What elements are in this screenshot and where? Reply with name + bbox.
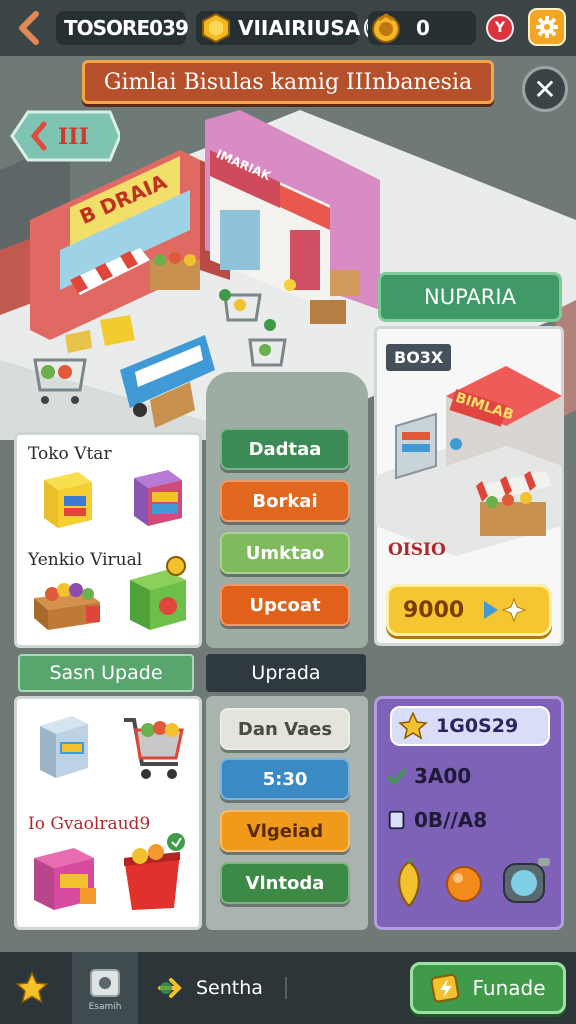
fund-button-label: Funade (472, 976, 546, 1000)
sentha-link[interactable]: Sentha (156, 966, 287, 1010)
sparkle-icon (484, 597, 527, 623)
toko-label: Toko Vtar (28, 444, 112, 464)
back-button[interactable] (10, 8, 50, 48)
shop-building-illustration: BIMLAB (376, 366, 562, 556)
gadget-icon (503, 858, 550, 903)
action-button-2-label: Borkai (252, 490, 318, 512)
action-button-4[interactable]: Upcoat (220, 584, 350, 626)
section-header-upgrade-label: Uprada (251, 662, 321, 684)
notification-badge-text: Y (494, 20, 506, 36)
chevron-left-icon (19, 11, 39, 45)
store-code: TOSORE039 (64, 16, 189, 40)
section-header-upgrade[interactable]: Uprada (206, 654, 366, 692)
tab-shop[interactable]: Esamih (72, 952, 138, 1024)
tab-favorites[interactable] (0, 952, 64, 1024)
gear-icon (536, 16, 558, 38)
star-icon (15, 971, 49, 1004)
shop-label: OISIO (388, 540, 446, 560)
gift-box-icon (34, 848, 96, 910)
coins-value: 0 (416, 16, 430, 40)
stats-line-1: 3A00 (386, 764, 471, 788)
title-banner: Gimlai Bisulas kamig IIInbanesia (82, 60, 494, 104)
stats-total: 1G0S29 (436, 715, 519, 737)
upgrade-button-2[interactable]: 5:30 (220, 758, 350, 800)
tab-shop-label: Esamih (88, 1002, 122, 1012)
level-tag[interactable]: III (10, 108, 120, 164)
notification-badge[interactable]: Y (486, 14, 514, 42)
vault-pill[interactable]: VIIAIRIUSA 0 (196, 11, 378, 45)
star-badge-icon (398, 711, 428, 740)
orange-icon (446, 866, 482, 902)
produce-crate-icon (34, 583, 100, 630)
green-box-icon (130, 556, 186, 630)
shopping-cart-icon (124, 718, 184, 779)
fund-button[interactable]: Funade (410, 962, 566, 1014)
upgrade-button-1-label: Dan Vaes (237, 718, 333, 740)
upgrade-button-3-label: Vlgeiad (246, 820, 324, 842)
level-tag-text: III (58, 124, 89, 150)
action-button-3[interactable]: Umktao (220, 532, 350, 574)
yellow-box-icon (44, 472, 92, 528)
hexagon-coin-icon (202, 12, 230, 44)
purple-box-icon (134, 470, 182, 526)
divider (284, 977, 287, 999)
stats-line-1-value: 3A00 (414, 764, 472, 788)
coin-bag-icon (372, 13, 400, 43)
shop-price: 9000 (403, 597, 465, 623)
section-header-upgrades-label: Sasn Upade (49, 662, 163, 684)
coins-pill[interactable]: 0 (368, 11, 476, 45)
document-icon (388, 810, 405, 830)
close-icon: ✕ (533, 72, 557, 106)
section-header-upgrades[interactable]: Sasn Upade (18, 654, 194, 692)
pepper-icon (398, 858, 420, 908)
action-button-2[interactable]: Borkai (220, 480, 350, 522)
produce-basket-icon (124, 833, 185, 910)
stats-line-2: 0B//A8 (386, 808, 487, 832)
close-button[interactable]: ✕ (522, 66, 568, 112)
store-code-pill: TOSORE039 (56, 11, 189, 45)
upgrade-button-2-label: 5:30 (262, 768, 308, 790)
lightning-card-icon (431, 973, 460, 1003)
arrow-right-icon (158, 978, 182, 998)
nuparia-button[interactable]: NUPARIA (378, 272, 562, 322)
vault-label: VIIAIRIUSA (238, 16, 361, 40)
package-icon (40, 716, 88, 778)
check-icon (387, 768, 407, 786)
action-button-3-label: Umktao (245, 542, 325, 564)
upgrade-button-1[interactable]: Dan Vaes (220, 708, 350, 750)
upgrade-button-3[interactable]: Vlgeiad (220, 810, 350, 852)
page-title: Gimlai Bisulas kamig IIInbanesia (103, 69, 473, 95)
stats-line-2-value: 0B//A8 (414, 808, 488, 832)
action-button-1[interactable]: Dadtaa (220, 428, 350, 470)
upgrade-button-4-label: Vlntoda (245, 872, 325, 894)
sentha-label: Sentha (196, 977, 263, 999)
action-button-1-label: Dadtaa (248, 438, 322, 460)
action-button-4-label: Upcoat (249, 594, 321, 616)
settings-button[interactable] (528, 8, 566, 46)
shop-price-button[interactable]: 9000 (386, 584, 552, 636)
box-icon (90, 969, 120, 997)
nuparia-button-label: NUPARIA (424, 285, 516, 309)
upgrade-button-4[interactable]: Vlntoda (220, 862, 350, 904)
stats-total-pill: 1G0S29 (390, 706, 550, 746)
